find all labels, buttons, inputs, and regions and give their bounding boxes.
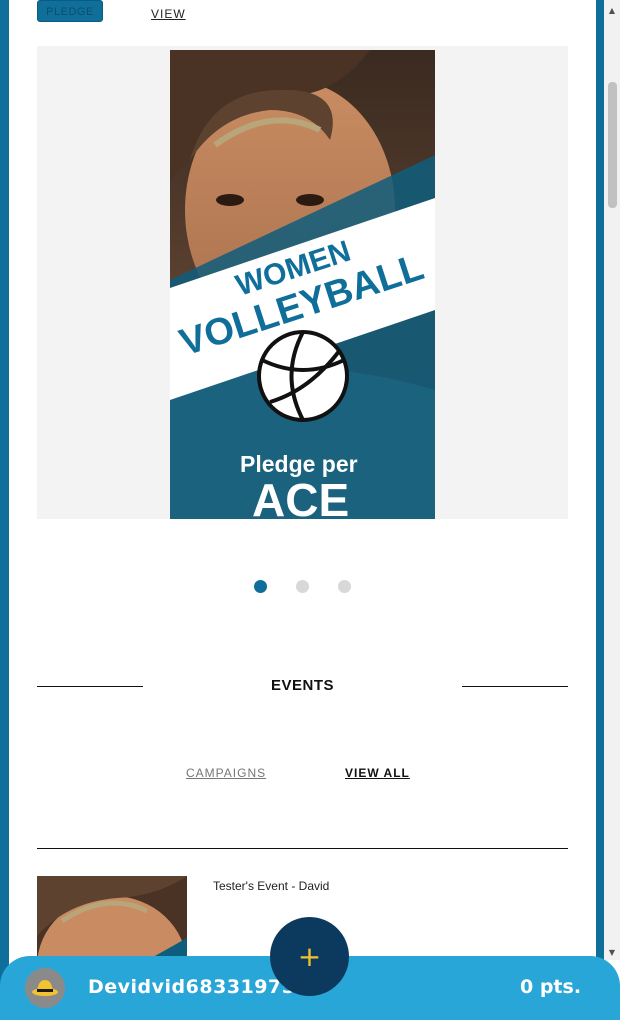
pledge-button[interactable]: PLEDGE <box>37 0 103 22</box>
volleyball-icon <box>257 330 349 422</box>
carousel-slide-area[interactable]: WOMEN VOLLEYBALL Pledge per ACE <box>37 46 568 519</box>
main-content: PLEDGE VIEW WOMEN VOLLEYBALL Pledge per … <box>9 0 596 1020</box>
campaign-poster-image[interactable]: WOMEN VOLLEYBALL Pledge per ACE <box>170 50 435 519</box>
fab-glyph: + <box>297 940 322 973</box>
view-link[interactable]: VIEW <box>151 7 186 21</box>
points-display: 0 pts. <box>520 976 582 998</box>
event-title[interactable]: Tester's Event - David <box>213 879 329 893</box>
scrollbar-thumb[interactable] <box>608 82 617 208</box>
view-all-link[interactable]: VIEW ALL <box>345 766 410 780</box>
campaigns-link[interactable]: CAMPAIGNS <box>186 766 266 780</box>
poster-pledge-big: ACE <box>252 474 349 519</box>
avatar-graphic <box>25 968 65 1008</box>
plus-icon[interactable]: + <box>270 917 349 996</box>
events-heading: EVENTS <box>270 677 334 694</box>
frame-right-border <box>596 0 604 1020</box>
events-divider-right <box>462 686 568 687</box>
poster-graphic: WOMEN VOLLEYBALL Pledge per ACE <box>170 50 435 519</box>
events-list-divider <box>37 848 568 849</box>
event-thumbnail[interactable] <box>37 876 187 966</box>
frame-left-border <box>0 0 9 1020</box>
scroll-down-arrow-icon[interactable]: ▼ <box>604 948 620 957</box>
events-divider-left <box>37 686 143 687</box>
carousel-dot-3[interactable] <box>338 580 351 593</box>
scroll-up-arrow-icon[interactable]: ▲ <box>604 6 620 15</box>
carousel-dot-1[interactable] <box>254 580 267 593</box>
hat-avatar-icon[interactable] <box>25 968 65 1008</box>
carousel-dots <box>9 580 596 594</box>
scrollbar[interactable]: ▲ ▼ <box>604 0 620 960</box>
carousel-dot-2[interactable] <box>296 580 309 593</box>
event-thumbnail-graphic <box>37 876 187 966</box>
